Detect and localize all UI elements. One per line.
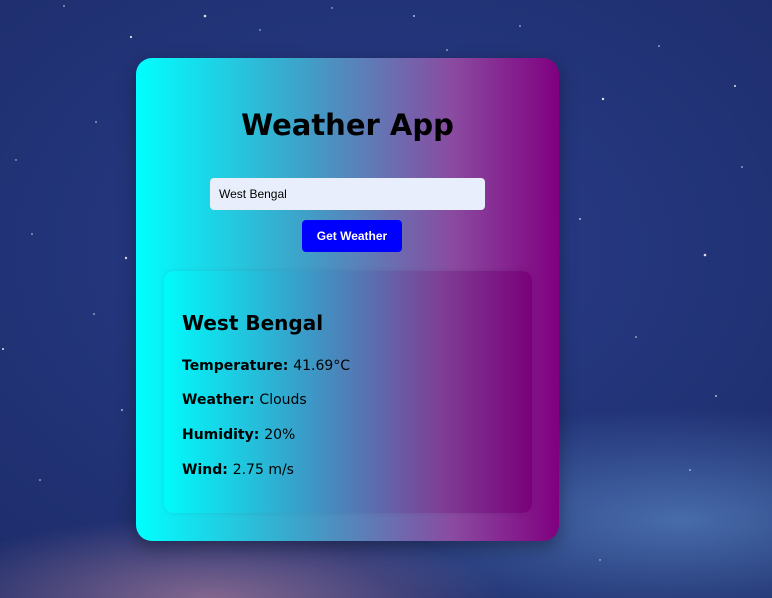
app-title: Weather App (241, 108, 454, 142)
get-weather-button[interactable]: Get Weather (302, 220, 402, 252)
temperature-label: Temperature: (182, 358, 294, 374)
result-city-name: West Bengal (182, 311, 324, 335)
humidity-label: Humidity: (182, 427, 265, 443)
humidity-value: 20% (264, 427, 296, 443)
weather-value: Clouds (259, 392, 307, 408)
wind-label: Wind: (182, 462, 233, 478)
weather-result-panel: West Bengal Temperature: 41.69°C Weather… (164, 271, 532, 513)
weather-row: Weather: Clouds (182, 392, 307, 408)
weather-card: Weather App Get Weather West Bengal Temp… (136, 58, 559, 541)
wind-value: 2.75 m/s (232, 462, 294, 478)
city-search-input[interactable] (210, 178, 485, 210)
temperature-value: 41.69°C (293, 358, 351, 374)
temperature-row: Temperature: 41.69°C (182, 358, 350, 374)
humidity-row: Humidity: 20% (182, 427, 295, 443)
wind-row: Wind: 2.75 m/s (182, 462, 294, 478)
night-sky-background: Weather App Get Weather West Bengal Temp… (0, 0, 772, 598)
weather-label: Weather: (182, 392, 260, 408)
